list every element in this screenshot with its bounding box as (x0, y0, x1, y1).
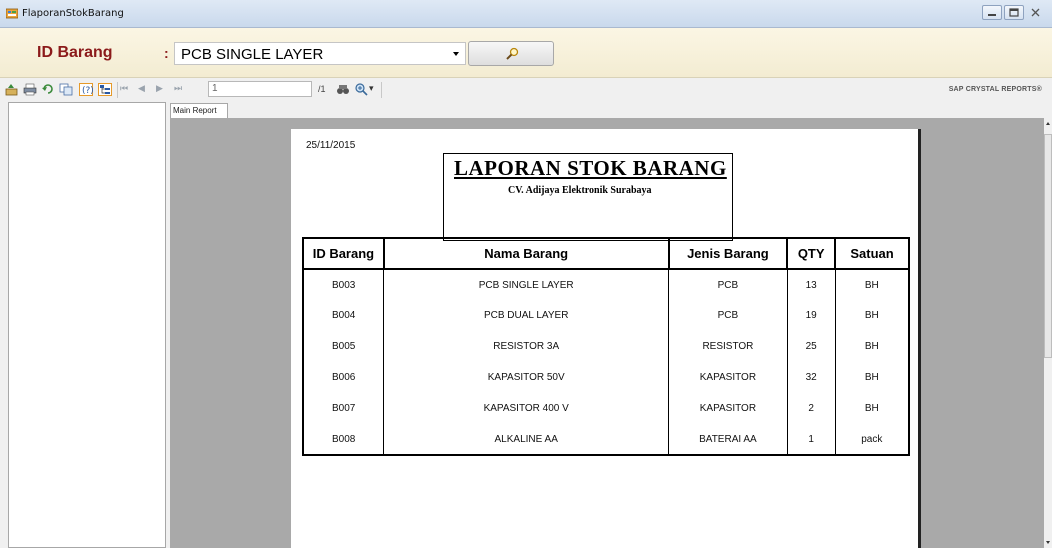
previous-page-icon[interactable]: ◀ (138, 83, 145, 94)
table-cell: RESISTOR 3A (383, 331, 670, 362)
table-row: B004 PCB DUAL LAYER PCB 19 BH (302, 300, 910, 331)
scroll-thumb[interactable] (1044, 134, 1052, 358)
table-cell: B008 (302, 424, 385, 456)
table-cell: PCB DUAL LAYER (383, 300, 670, 331)
maximize-button[interactable] (1004, 5, 1024, 20)
table-cell: 2 (786, 393, 836, 424)
table-cell: BH (834, 331, 910, 362)
page-number-value: 1 (212, 83, 218, 94)
chevron-down-icon[interactable] (453, 52, 459, 56)
table-cell: B007 (302, 393, 385, 424)
column-header: Jenis Barang (667, 237, 789, 270)
column-header: QTY (786, 237, 837, 270)
table-row: B007 KAPASITOR 400 V KAPASITOR 2 BH (302, 393, 910, 424)
find-icon[interactable] (336, 83, 350, 96)
table-cell: 25 (786, 331, 836, 362)
id-barang-label: ID Barang (37, 44, 113, 61)
table-cell: 1 (786, 424, 836, 456)
refresh-icon[interactable] (41, 83, 55, 96)
table-cell: B006 (302, 362, 385, 393)
table-cell: PCB (668, 300, 788, 331)
group-tree-icon[interactable] (98, 83, 112, 96)
viewer-toolbar: (?) ⏮ ◀ ▶ ⏭ 1 /1 ▾ SAP CRYSTAL REPORTS® (0, 78, 1052, 102)
table-cell: B004 (302, 300, 385, 331)
table-cell: BATERAI AA (668, 424, 788, 456)
table-cell: KAPASITOR 50V (383, 362, 670, 393)
title-bar: FlaporanStokBarang (0, 0, 1052, 28)
close-icon (1031, 8, 1040, 17)
page-number-input[interactable]: 1 (208, 81, 312, 97)
scroll-down-icon[interactable] (1046, 541, 1050, 544)
svg-text:(?): (?) (82, 86, 93, 96)
table-cell: 32 (786, 362, 836, 393)
table-row: B006 KAPASITOR 50V KAPASITOR 32 BH (302, 362, 910, 393)
table-cell: BH (834, 269, 910, 300)
table-header-row: ID Barang Nama Barang Jenis Barang QTY S… (302, 237, 910, 270)
toolbar-separator (381, 82, 382, 98)
report-title: LAPORAN STOK BARANG (454, 156, 727, 180)
table-cell: pack (834, 424, 910, 456)
table-cell: ALKALINE AA (383, 424, 670, 456)
table-cell: BH (834, 362, 910, 393)
help-icon[interactable]: (?) (79, 83, 93, 96)
minimize-button[interactable] (982, 5, 1002, 20)
table-cell: 19 (786, 300, 836, 331)
toolbar-separator (117, 82, 118, 98)
report-subtitle: CV. Adijaya Elektronik Surabaya (508, 185, 652, 196)
table-cell: B005 (302, 331, 385, 362)
last-page-icon[interactable]: ⏭ (174, 83, 182, 94)
scroll-up-icon[interactable] (1046, 122, 1050, 125)
table-row: B008 ALKALINE AA BATERAI AA 1 pack (302, 424, 910, 456)
table-row: B003 PCB SINGLE LAYER PCB 13 BH (302, 269, 910, 300)
report-date: 25/11/2015 (306, 140, 356, 151)
window-title: FlaporanStokBarang (22, 8, 124, 19)
column-header: Nama Barang (382, 237, 670, 270)
table-cell: PCB SINGLE LAYER (383, 269, 670, 300)
table-cell: BH (834, 300, 910, 331)
table-cell: BH (834, 393, 910, 424)
table-cell: KAPASITOR 400 V (383, 393, 670, 424)
label-colon: : (164, 45, 169, 61)
table-cell: KAPASITOR (668, 393, 788, 424)
tab-main-report[interactable]: Main Report (170, 103, 228, 118)
id-barang-select[interactable]: PCB SINGLE LAYER (174, 42, 466, 65)
first-page-icon[interactable]: ⏮ (120, 83, 128, 94)
close-button[interactable] (1026, 5, 1046, 20)
column-header: Satuan (834, 237, 910, 270)
selected-value: PCB SINGLE LAYER (181, 46, 324, 63)
table-cell: KAPASITOR (668, 362, 788, 393)
zoom-icon[interactable] (354, 83, 368, 96)
table-cell: B003 (302, 269, 385, 300)
print-icon[interactable] (23, 83, 37, 96)
table-cell: 13 (786, 269, 836, 300)
vertical-scrollbar[interactable] (1044, 118, 1052, 548)
maximize-icon (1009, 8, 1019, 17)
zoom-dropdown-icon[interactable]: ▾ (369, 83, 374, 94)
report-page: 25/11/2015 LAPORAN STOK BARANG CV. Adija… (291, 129, 921, 548)
table-cell: RESISTOR (668, 331, 788, 362)
next-page-icon[interactable]: ▶ (156, 83, 163, 94)
group-tree-panel[interactable] (8, 102, 166, 548)
column-header: ID Barang (302, 237, 385, 270)
copy-icon[interactable] (59, 83, 73, 96)
export-icon[interactable] (5, 83, 19, 96)
search-icon (506, 47, 519, 60)
report-title-box: LAPORAN STOK BARANG CV. Adijaya Elektron… (443, 153, 733, 241)
table-row: B005 RESISTOR 3A RESISTOR 25 BH (302, 331, 910, 362)
search-button[interactable] (468, 41, 554, 66)
app-icon (6, 8, 18, 19)
page-total: /1 (318, 84, 326, 94)
table-cell: PCB (668, 269, 788, 300)
parameter-panel: ID Barang : PCB SINGLE LAYER (0, 28, 1052, 78)
stock-table: ID Barang Nama Barang Jenis Barang QTY S… (302, 237, 910, 456)
minimize-icon (988, 14, 996, 16)
brand-label: SAP CRYSTAL REPORTS® (948, 86, 1042, 93)
